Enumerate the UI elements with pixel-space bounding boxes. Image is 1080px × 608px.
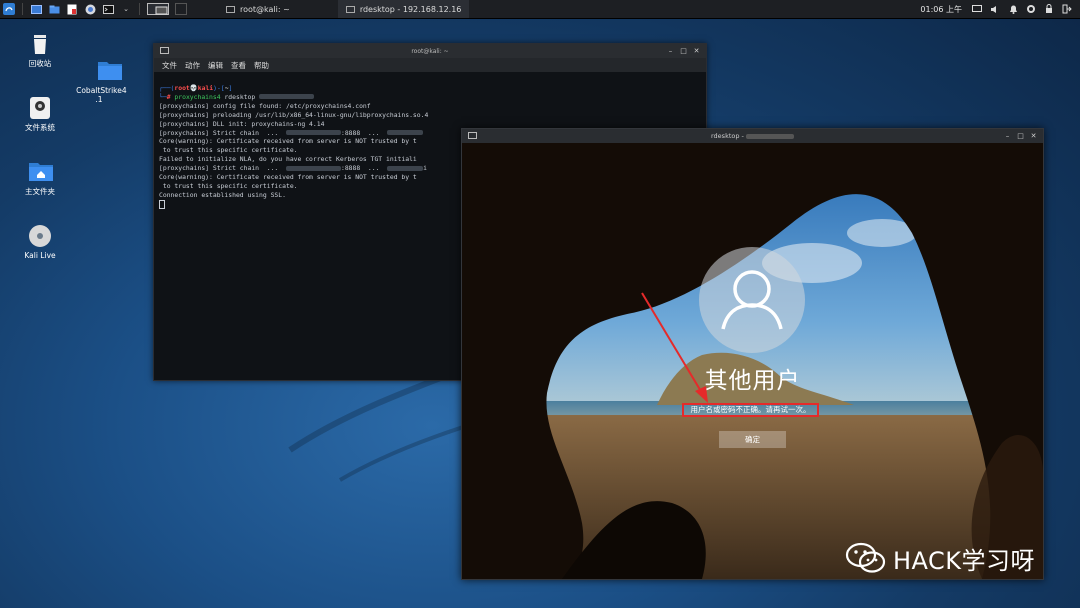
terminal-cursor [159,199,165,209]
folder-icon [87,50,122,80]
menu-view[interactable]: 查看 [231,60,246,71]
annotation-arrow-icon [641,292,708,403]
home-folder-icon [28,160,53,184]
watermark-text: HACK学习呀 [893,546,1036,575]
output-line: Core(warning): Certificate received from… [159,173,417,182]
close-icon[interactable]: ✕ [693,47,700,55]
menu-actions[interactable]: 动作 [185,60,200,71]
show-desktop-icon[interactable] [30,3,42,15]
desktop-icon-label: 回收站 [28,59,52,68]
desktop-icon-label: 文件系统 [25,123,55,132]
workspace-2-icon[interactable] [175,3,187,15]
desktop-icon-kali-live[interactable]: Kali Live [10,224,70,260]
chevron-down-icon[interactable]: ⌄ [120,3,132,15]
logout-icon[interactable] [1062,4,1072,14]
workspace-1-icon[interactable] [147,3,169,15]
desktop-icon-home[interactable]: 主文件夹 [10,160,70,196]
trash-icon [28,32,52,56]
watermark: HACK学习呀 [845,540,1035,576]
output-line: :8888 ... [340,164,388,173]
menu-edit[interactable]: 编辑 [208,60,223,71]
windows-login-screen: 其他用户 用户名或密码不正确。请再试一次。 确定 [462,143,1043,579]
file-manager-icon[interactable] [48,3,60,15]
redacted-ip [259,94,315,100]
close-icon[interactable]: ✕ [1030,132,1037,140]
prompt-user: root [174,84,190,92]
terminal-titlebar[interactable]: root@kali: ~ – □ ✕ [154,44,706,58]
taskbar-item-label: root@kali: ~ [240,4,290,14]
desktop-icon-label: 主文件夹 [25,187,55,196]
minimize-icon[interactable]: – [667,47,674,55]
command-text: rdesktop [220,92,256,101]
output-line: [proxychains] preloading /usr/lib/x86_64… [159,110,429,119]
system-tray: 01:06 上午 [920,0,1076,18]
kali-menu-icon[interactable] [3,3,15,15]
top-panel: ⌄ root@kali: ~ rdesktop - 192.168.12.16 … [0,0,1080,19]
desktop-icon-label: Kali Live [24,251,56,260]
desktop-icon-trash[interactable]: 回收站 [10,32,70,68]
wechat-icon [845,540,887,576]
output-line: [proxychains] Strict chain ... [159,128,286,137]
power-icon[interactable] [1026,4,1036,14]
maximize-icon[interactable]: □ [680,47,687,55]
panel-separator [139,3,140,15]
output-line: Failed to initialize NLA, do you have co… [159,155,417,164]
menu-help[interactable]: 帮助 [254,60,269,71]
display-icon[interactable] [972,4,982,14]
output-line: to trust this specific certificate. [159,146,298,155]
output-line: [proxychains] DLL init: proxychains-ng 4… [159,119,325,128]
terminal-launcher-icon[interactable] [102,3,114,15]
redacted-ip [285,165,341,171]
rdesktop-titlebar[interactable]: rdesktop - – □ ✕ [462,129,1043,143]
output-line: [proxychains] Strict chain ... [159,164,286,173]
output-line: :8888 ... [340,128,388,137]
output-line: Connection established using SSL. [159,190,286,199]
text-editor-icon[interactable] [66,3,78,15]
rdesktop-window: rdesktop - – □ ✕ 其他用户 用户名或密码不正确。请再试一次。 确… [461,128,1044,580]
clock[interactable]: 01:06 上午 [920,4,962,15]
maximize-icon[interactable]: □ [1017,132,1024,140]
output-line: [proxychains] config file found: /etc/pr… [159,101,371,110]
volume-icon[interactable] [990,4,1000,14]
command-prefix: proxychains4 [174,92,221,101]
rdesktop-window-icon [345,5,355,13]
taskbar-item-rdesktop[interactable]: rdesktop - 192.168.12.16 [337,0,470,18]
panel-separator [22,3,23,15]
disc-icon [28,224,52,248]
redacted-ip [285,130,341,136]
notification-bell-icon[interactable] [1008,4,1018,14]
desktop-icon-cobaltstrike[interactable]: CobaltStrike4 .1 [69,32,129,104]
redacted-ip [745,133,794,139]
taskbar-item-label: rdesktop - 192.168.12.16 [359,4,462,14]
window-title: rdesktop - [462,132,1043,140]
output-line: to trust this specific certificate. [159,181,298,190]
terminal-menubar: 文件 动作 编辑 查看 帮助 [154,58,706,72]
window-title: root@kali: ~ [411,47,449,55]
terminal-window-icon [226,5,235,13]
prompt-host: kali [197,84,214,92]
drive-icon [28,96,52,120]
desktop-icon-filesystem[interactable]: 文件系统 [10,96,70,132]
redacted-ip [387,130,424,136]
output-line: Core(warning): Certificate received from… [159,137,417,146]
minimize-icon[interactable]: – [1004,132,1011,140]
redacted-ip [387,165,424,171]
taskbar-item-terminal[interactable]: root@kali: ~ [218,0,298,18]
output-line: i [423,164,427,173]
menu-file[interactable]: 文件 [162,60,177,71]
web-browser-icon[interactable] [84,3,96,15]
lock-icon[interactable] [1044,4,1054,14]
